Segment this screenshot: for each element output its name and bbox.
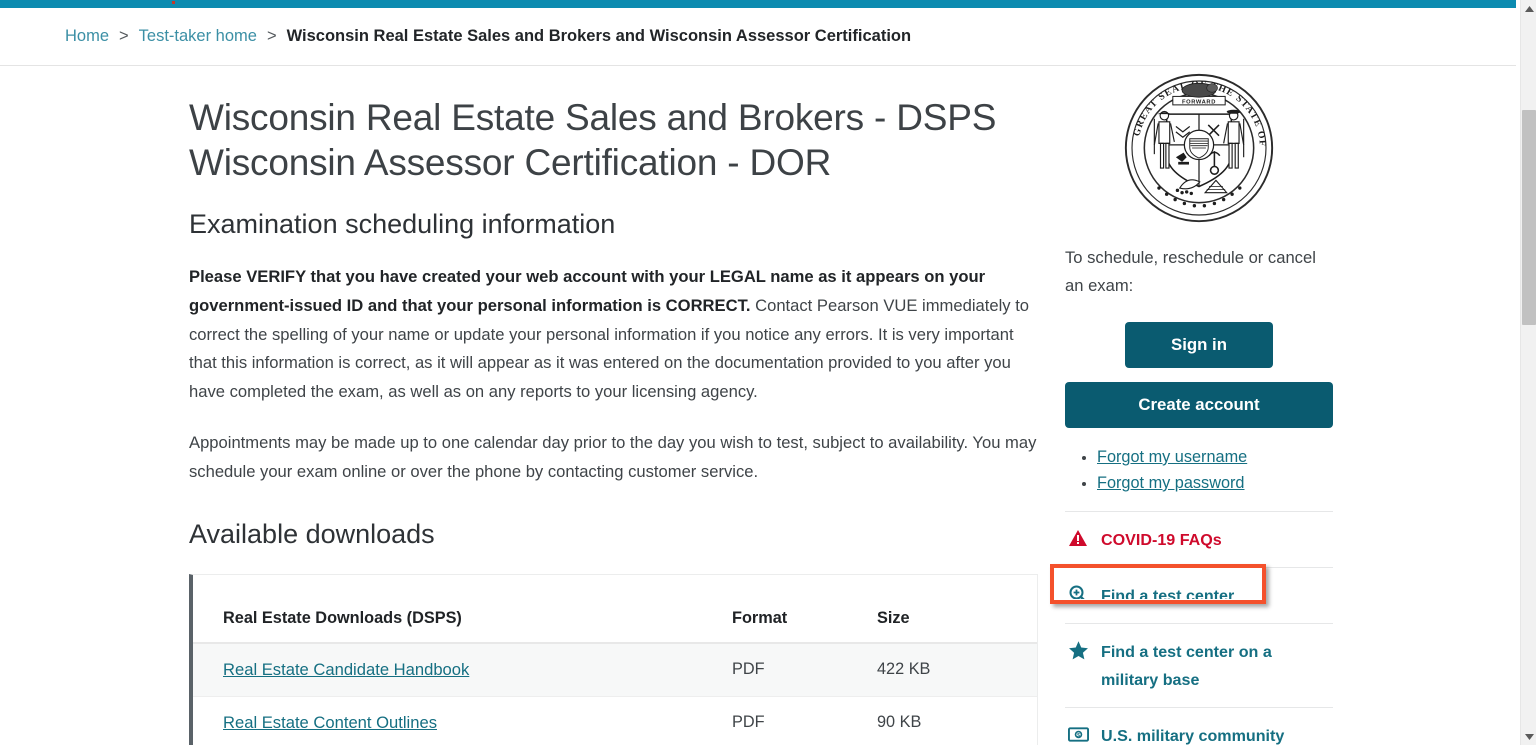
section-heading-available-downloads: Available downloads bbox=[189, 518, 435, 549]
breadcrumb-link-test-taker-home[interactable]: Test-taker home bbox=[139, 27, 257, 46]
svg-text:FORWARD: FORWARD bbox=[1182, 99, 1216, 105]
page-title-line-2: Wisconsin Assessor Certification - DOR bbox=[189, 142, 832, 183]
sidebar-lead-text: To schedule, reschedule or cancel an exa… bbox=[1065, 248, 1316, 295]
download-size-cell: 422 KB bbox=[877, 642, 1037, 697]
sidebar-link-find-test-center[interactable]: Find a test center bbox=[1065, 567, 1333, 623]
column-header-size: Size bbox=[877, 574, 1037, 644]
table-row: Real Estate Candidate Handbook PDF 422 K… bbox=[193, 642, 1037, 697]
sidebar-link-covid-faqs[interactable]: COVID-19 FAQs bbox=[1065, 511, 1333, 567]
vertical-scrollbar[interactable] bbox=[1520, 0, 1536, 745]
downloads-panel: Real Estate Downloads (DSPS) Format Size… bbox=[189, 573, 1038, 745]
column-header-format: Format bbox=[732, 574, 877, 644]
scrollbar-thumb[interactable] bbox=[1522, 110, 1536, 325]
breadcrumb-separator-1: > bbox=[119, 27, 129, 45]
content-area: Wisconsin Real Estate Sales and Brokers … bbox=[0, 67, 1520, 745]
sidebar-link-label: U.S. military community funding eligibil… bbox=[1101, 727, 1285, 745]
sidebar-link-military-base-test-center[interactable]: Find a test center on a military base bbox=[1065, 623, 1333, 707]
sign-in-button[interactable]: Sign in bbox=[1125, 322, 1273, 368]
scroll-down-arrow-icon[interactable] bbox=[1521, 728, 1536, 745]
paragraph-appointments: Appointments may be made up to one calen… bbox=[189, 432, 1037, 481]
downloads-table-body: Real Estate Candidate Handbook PDF 422 K… bbox=[193, 642, 1037, 745]
sidebar-link-military-funding[interactable]: $ U.S. military community funding eligib… bbox=[1065, 707, 1333, 745]
download-format-cell: PDF bbox=[732, 713, 765, 732]
main-column: Wisconsin Real Estate Sales and Brokers … bbox=[189, 67, 1039, 745]
topbar-marker bbox=[172, 1, 175, 4]
list-item: Forgot my password bbox=[1097, 474, 1333, 493]
download-format-cell: PDF bbox=[732, 642, 877, 697]
downloads-header-row: Real Estate Downloads (DSPS) Format Size bbox=[193, 574, 1037, 644]
sign-in-button-row: Sign in bbox=[1065, 300, 1333, 368]
section-heading-exam-scheduling: Examination scheduling information bbox=[189, 209, 616, 239]
svg-text:$: $ bbox=[1077, 732, 1080, 738]
top-accent-bar bbox=[0, 0, 1520, 8]
banknote-icon: $ bbox=[1067, 723, 1089, 745]
download-name-cell: Real Estate Content Outlines bbox=[193, 696, 732, 745]
magnifier-plus-icon bbox=[1067, 583, 1089, 605]
state-seal-container: GREAT SEAL OF THE STATE OF WISCONSIN FOR… bbox=[1065, 67, 1333, 225]
downloads-table-head: Real Estate Downloads (DSPS) Format Size bbox=[193, 574, 1037, 644]
download-link-candidate-handbook[interactable]: Real Estate Candidate Handbook bbox=[223, 660, 469, 679]
column-header-name: Real Estate Downloads (DSPS) bbox=[193, 574, 732, 644]
page-title-line-1: Wisconsin Real Estate Sales and Brokers … bbox=[189, 97, 997, 138]
star-icon bbox=[1067, 639, 1089, 661]
create-account-button[interactable]: Create account bbox=[1065, 382, 1333, 428]
wisconsin-state-seal-icon: GREAT SEAL OF THE STATE OF WISCONSIN FOR… bbox=[1122, 71, 1274, 223]
download-name-cell: Real Estate Candidate Handbook bbox=[193, 642, 732, 697]
scroll-up-arrow-icon[interactable] bbox=[1521, 0, 1536, 17]
sidebar: GREAT SEAL OF THE STATE OF WISCONSIN FOR… bbox=[1065, 67, 1333, 745]
download-link-content-outlines[interactable]: Real Estate Content Outlines bbox=[223, 713, 437, 732]
warning-triangle-icon bbox=[1067, 527, 1089, 549]
table-row: Real Estate Content Outlines PDF 90 KB bbox=[193, 696, 1037, 745]
breadcrumb-current-page: Wisconsin Real Estate Sales and Brokers … bbox=[286, 27, 912, 45]
breadcrumb: Home > Test-taker home > Wisconsin Real … bbox=[0, 8, 1520, 66]
breadcrumb-link-home[interactable]: Home bbox=[65, 27, 109, 46]
sidebar-link-label: Find a test center on a military base bbox=[1101, 643, 1272, 689]
forgot-username-link[interactable]: Forgot my username bbox=[1097, 448, 1247, 466]
list-item: Forgot my username bbox=[1097, 448, 1333, 467]
page-root: Home > Test-taker home > Wisconsin Real … bbox=[0, 0, 1536, 745]
sidebar-resource-links: COVID-19 FAQs Find a test center Find a … bbox=[1065, 511, 1333, 745]
forgot-password-link[interactable]: Forgot my password bbox=[1097, 474, 1245, 492]
downloads-table: Real Estate Downloads (DSPS) Format Size… bbox=[193, 574, 1037, 745]
account-help-list: Forgot my username Forgot my password bbox=[1065, 448, 1333, 493]
download-size-cell: 90 KB bbox=[877, 713, 922, 732]
sidebar-link-label: COVID-19 FAQs bbox=[1101, 531, 1222, 549]
sidebar-link-label: Find a test center bbox=[1101, 587, 1235, 605]
paragraph-verify: Please VERIFY that you have created your… bbox=[189, 263, 1039, 407]
page-title: Wisconsin Real Estate Sales and Brokers … bbox=[189, 95, 1039, 185]
breadcrumb-separator-2: > bbox=[266, 27, 277, 45]
